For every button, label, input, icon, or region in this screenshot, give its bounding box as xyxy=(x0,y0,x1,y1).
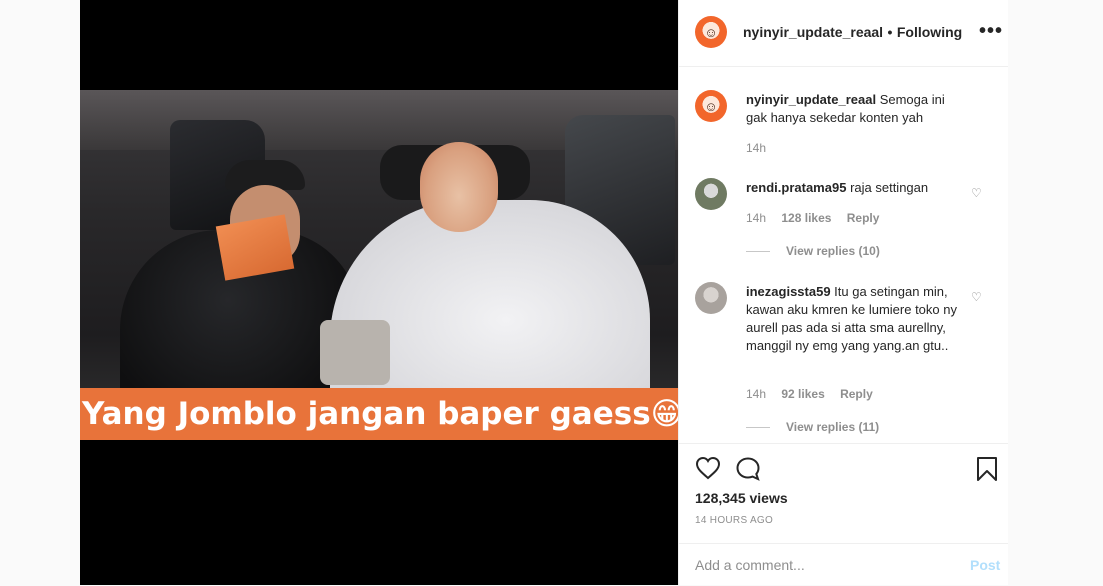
comment-likes[interactable]: 92 likes xyxy=(781,387,824,401)
avatar-icon[interactable] xyxy=(695,282,727,314)
avatar-icon[interactable]: ☺ xyxy=(695,16,727,48)
comment-input[interactable]: Add a comment... xyxy=(695,557,805,573)
reply-button[interactable]: Reply xyxy=(840,387,873,401)
add-comment-bar: Add a comment... Post xyxy=(679,543,1008,586)
video-player[interactable]: Yang Jomblo jangan baper gaess😁😂😂😂 xyxy=(80,0,678,585)
comment-username[interactable]: rendi.pratama95 xyxy=(746,180,846,195)
video-frame[interactable]: Yang Jomblo jangan baper gaess😁😂😂😂 xyxy=(80,90,678,440)
comment-likes[interactable]: 128 likes xyxy=(781,211,831,225)
comment-time: 14h xyxy=(746,387,767,401)
caption-time: 14h xyxy=(746,141,767,155)
views-count[interactable]: 128,345 views xyxy=(695,490,788,506)
reply-button[interactable]: Reply xyxy=(847,211,880,225)
comment-body: rendi.pratama95 raja settingan xyxy=(746,179,966,197)
divider xyxy=(746,426,770,428)
video-caption: Yang Jomblo jangan baper gaess😁😂😂😂 xyxy=(80,388,678,440)
caption-body: nyinyir_update_reaal Semoga ini gak hany… xyxy=(746,91,966,127)
post-actions: 128,345 views 14 HOURS AGO xyxy=(679,443,1008,544)
header-user-line: nyinyir_update_reaal • Following xyxy=(743,24,962,42)
post-button[interactable]: Post xyxy=(970,557,1000,573)
divider xyxy=(746,250,770,252)
like-heart-icon[interactable]: ♡ xyxy=(971,186,982,200)
like-heart-icon[interactable]: ♡ xyxy=(971,290,982,304)
post-header: ☺ nyinyir_update_reaal • Following ••• xyxy=(679,0,1008,67)
more-options-icon[interactable]: ••• xyxy=(979,20,1003,43)
view-replies-label: View replies (10) xyxy=(786,244,880,258)
view-replies-label: View replies (11) xyxy=(786,420,880,434)
avatar-icon[interactable] xyxy=(695,178,727,210)
comments-list[interactable]: ☺ nyinyir_update_reaal Semoga ini gak ha… xyxy=(679,67,1008,443)
caption-username[interactable]: nyinyir_update_reaal xyxy=(746,92,876,107)
comment-text: raja settingan xyxy=(850,180,929,195)
video-scene-bag xyxy=(320,320,390,385)
comment-meta: 14h 128 likes Reply xyxy=(746,211,891,225)
heart-icon-svg xyxy=(695,456,721,480)
comment-username[interactable]: inezagissta59 xyxy=(746,284,831,299)
avatar-icon[interactable]: ☺ xyxy=(695,90,727,122)
header-username[interactable]: nyinyir_update_reaal xyxy=(743,24,883,40)
view-replies-button[interactable]: View replies (11) xyxy=(746,420,879,434)
video-scene-head-right xyxy=(420,142,498,232)
heart-icon[interactable] xyxy=(695,456,721,487)
post-timestamp: 14 HOURS AGO xyxy=(695,515,774,526)
bookmark-icon-svg xyxy=(977,457,997,481)
comment-body: inezagissta59 Itu ga setingan min, kawan… xyxy=(746,283,966,355)
bookmark-icon[interactable] xyxy=(975,456,999,489)
following-button[interactable]: Following xyxy=(897,24,962,40)
view-replies-button[interactable]: View replies (10) xyxy=(746,244,880,258)
comment-icon[interactable] xyxy=(735,456,761,489)
comment-time: 14h xyxy=(746,211,767,225)
post-sidebar: ☺ nyinyir_update_reaal • Following ••• ☺… xyxy=(678,0,1008,585)
comment-meta: 14h 92 likes Reply xyxy=(746,387,885,401)
header-separator: • xyxy=(887,24,893,40)
comment-icon-svg xyxy=(736,457,760,481)
